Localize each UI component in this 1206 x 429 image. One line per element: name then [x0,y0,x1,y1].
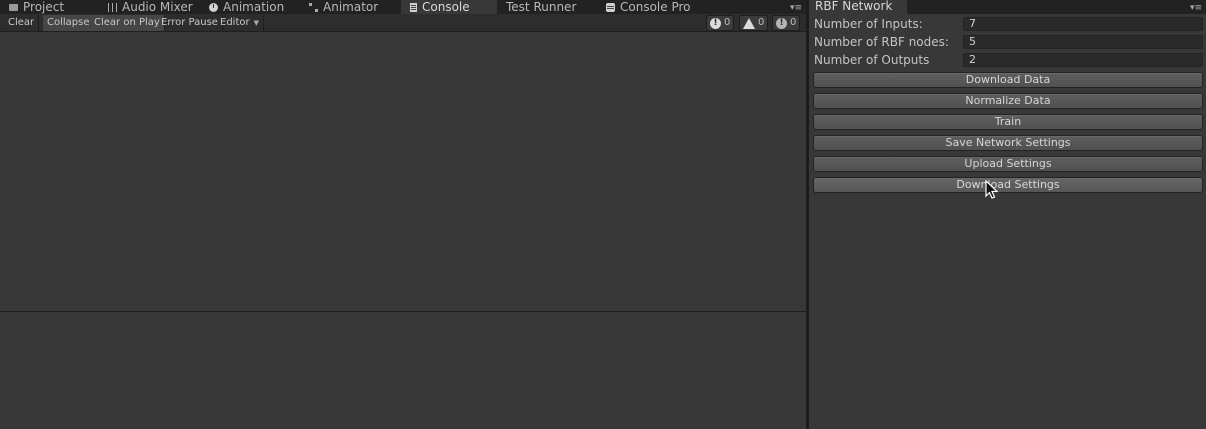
field-label: Number of Inputs: [814,17,923,31]
mixer-icon [108,2,117,12]
message-count: 0 [790,17,797,28]
tab-audio-mixer[interactable]: Audio Mixer [99,0,201,14]
warning-count: 0 [758,17,765,28]
error-pause-toggle[interactable]: Error Pause [157,15,223,31]
tab-project[interactable]: Project [0,0,100,14]
tab-animator[interactable]: Animator [300,0,400,14]
clear-button[interactable]: Clear [4,15,40,31]
number-of-inputs-field[interactable]: 7 [963,17,1203,31]
tab-label: Console [422,0,470,14]
editor-dropdown[interactable]: Editor ▼ [216,15,264,31]
tab-label: Audio Mixer [122,0,193,14]
tab-rbf-network[interactable]: RBF Network [809,0,907,14]
number-of-rbf-nodes-field[interactable]: 5 [963,35,1203,49]
console-pro-icon [606,2,615,12]
tab-label: Animation [223,0,285,14]
upload-settings-button[interactable]: Upload Settings [813,156,1203,172]
field-label: Number of Outputs [814,53,930,67]
download-settings-button[interactable]: Download Settings [813,177,1203,193]
error-count-toggle[interactable]: ! 0 [706,15,735,31]
tab-label: Test Runner [506,0,577,14]
editor-dropdown-label: Editor [220,17,250,28]
message-icon: ! [776,17,787,29]
train-button[interactable]: Train [813,114,1203,130]
field-number-of-rbf-nodes: Number of RBF nodes: 5 [814,33,1203,51]
download-data-button[interactable]: Download Data [813,72,1203,88]
field-number-of-outputs: Number of Outputs 2 [814,51,1203,69]
field-label: Number of RBF nodes: [814,35,949,49]
console-detail-area[interactable] [0,312,806,429]
warning-icon [743,17,755,29]
tab-label: Project [23,0,65,14]
left-tab-bar: Project Audio Mixer Animation Animator C… [0,0,806,14]
tab-menu-icon[interactable]: ▾≡ [1190,4,1202,13]
tab-animation[interactable]: Animation [200,0,300,14]
animator-icon [309,2,318,12]
tab-label: Console Pro [620,0,691,14]
right-tab-bar: RBF Network ▾≡ [809,0,1206,14]
warning-count-toggle[interactable]: 0 [739,15,769,31]
console-icon [410,2,417,12]
number-of-outputs-field[interactable]: 2 [963,53,1203,67]
tab-test-runner[interactable]: Test Runner [497,0,597,14]
tab-menu-icon[interactable]: ▾≡ [790,4,802,13]
mouse-cursor-icon [985,180,999,199]
error-count: 0 [724,17,731,28]
message-count-toggle[interactable]: ! 0 [772,15,801,31]
console-toolbar: Clear Collapse Clear on Play Error Pause… [0,14,806,32]
error-icon: ! [710,17,721,29]
console-log-list[interactable] [0,33,806,311]
tab-label: Animator [323,0,379,14]
clear-on-play-toggle[interactable]: Clear on Play [90,15,165,31]
console-pane: Project Audio Mixer Animation Animator C… [0,0,806,429]
collapse-toggle[interactable]: Collapse [43,15,95,31]
tab-console-pro[interactable]: Console Pro [597,0,707,14]
normalize-data-button[interactable]: Normalize Data [813,93,1203,109]
chevron-down-icon: ▼ [253,19,259,27]
folder-icon [9,4,18,11]
rbf-network-pane: RBF Network ▾≡ Number of Inputs: 7 Numbe… [809,0,1206,429]
editor-window: Project Audio Mixer Animation Animator C… [0,0,1206,429]
save-network-settings-button[interactable]: Save Network Settings [813,135,1203,151]
tab-console[interactable]: Console [401,0,497,14]
clock-icon [209,2,218,12]
field-number-of-inputs: Number of Inputs: 7 [814,15,1203,33]
